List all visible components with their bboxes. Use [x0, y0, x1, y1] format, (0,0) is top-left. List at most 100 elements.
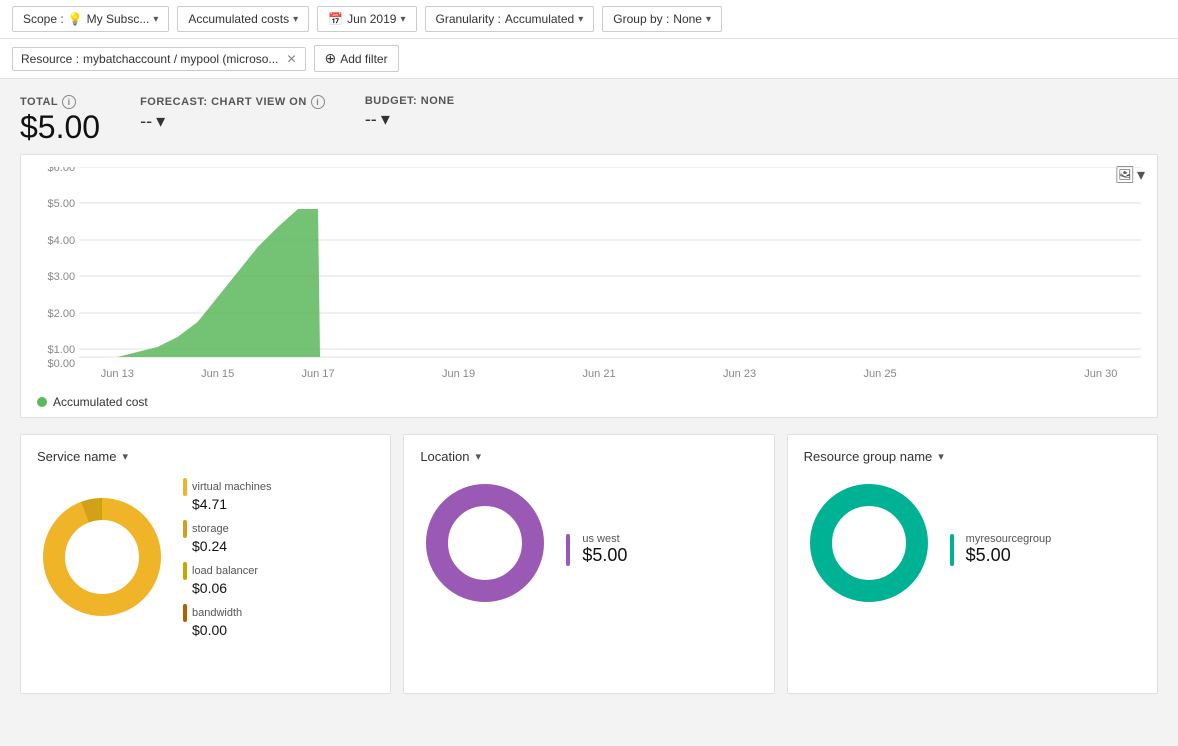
scope-button[interactable]: Scope : 💡 My Subsc... ▾ — [12, 6, 169, 32]
card-title-service-name: Service name — [37, 449, 116, 464]
single-value-wrap-location: us west $5.00 — [566, 533, 627, 566]
legend-name: bandwidth — [192, 607, 242, 619]
budget-summary: BUDGET: NONE -- ▾ — [365, 95, 455, 130]
donut-segment-0 — [54, 509, 150, 605]
svg-text:$5.00: $5.00 — [48, 198, 76, 210]
granularity-label: Granularity : — [436, 12, 501, 26]
card-resource-group: Resource group name ▾ myresourcegroup $5… — [787, 434, 1158, 694]
date-button[interactable]: 📅 Jun 2019 ▾ — [317, 6, 416, 32]
card-title-resource-group: Resource group name — [804, 449, 933, 464]
single-legend-content: myresourcegroup $5.00 — [966, 533, 1052, 566]
legend-swatch — [183, 520, 187, 538]
svg-text:Jun 21: Jun 21 — [582, 368, 615, 380]
scope-label: Scope : — [23, 12, 64, 26]
chevron-down-icon: ▾ — [938, 450, 944, 463]
single-swatch — [950, 534, 954, 566]
legend-amount: $0.06 — [192, 580, 271, 596]
svg-text:$4.00: $4.00 — [48, 235, 76, 247]
donut-location — [420, 478, 550, 611]
legend-amount: $4.71 — [192, 496, 271, 512]
budget-label: BUDGET: NONE — [365, 95, 455, 107]
legend-swatch — [183, 604, 187, 622]
resource-filter-chip[interactable]: Resource : mybatchaccount / mypool (micr… — [12, 47, 306, 71]
cards-row: Service name ▾ virtual machines $4.71 st… — [20, 434, 1158, 694]
legend-amount: $0.24 — [192, 538, 271, 554]
legend-item-3: bandwidth $0.00 — [183, 604, 271, 638]
single-legend-amount: $5.00 — [582, 545, 627, 566]
scope-value: My Subsc... — [87, 12, 150, 26]
single-legend-amount: $5.00 — [966, 545, 1052, 566]
svg-text:Jun 25: Jun 25 — [863, 368, 896, 380]
card-header-location[interactable]: Location ▾ — [420, 449, 757, 464]
add-icon: ⊕ — [325, 50, 337, 67]
calendar-icon: 📅 — [328, 12, 343, 26]
legend-item-1: storage $0.24 — [183, 520, 271, 554]
main-content: TOTAL i $5.00 FORECAST: CHART VIEW ON i … — [0, 79, 1178, 710]
svg-text:$2.00: $2.00 — [48, 308, 76, 320]
chevron-down-icon: ▾ — [706, 14, 711, 25]
donut-resource-group — [804, 478, 934, 611]
donut-full-circle — [821, 495, 917, 591]
close-icon[interactable]: ✕ — [286, 52, 296, 66]
legend-amount: $0.00 — [192, 622, 271, 638]
legend-location: us west $5.00 — [566, 523, 627, 566]
svg-text:Jun 15: Jun 15 — [201, 368, 234, 380]
chart-container: 🖼 ▾ $6.00 $5.00 $4.00 $3.00 $2.00 $1.00 — [20, 154, 1158, 418]
costs-label: Accumulated costs — [188, 12, 289, 26]
card-header-resource-group[interactable]: Resource group name ▾ — [804, 449, 1141, 464]
groupby-value: None — [673, 12, 702, 26]
single-swatch — [566, 534, 570, 566]
chevron-down-icon: ▾ — [475, 450, 481, 463]
legend-swatch — [183, 562, 187, 580]
date-value: Jun 2019 — [347, 12, 396, 26]
forecast-label: FORECAST: CHART VIEW ON i — [140, 95, 325, 109]
costs-button[interactable]: Accumulated costs ▾ — [177, 6, 309, 32]
legend-color-label: bandwidth — [183, 604, 271, 622]
scope-icon: 💡 — [68, 12, 83, 26]
card-body-service-name: virtual machines $4.71 storage $0.24 loa… — [37, 478, 374, 638]
chart-svg: $6.00 $5.00 $4.00 $3.00 $2.00 $1.00 $0.0… — [37, 167, 1141, 387]
granularity-button[interactable]: Granularity : Accumulated ▾ — [425, 6, 595, 32]
groupby-label: Group by : — [613, 12, 669, 26]
svg-text:Jun 17: Jun 17 — [301, 368, 334, 380]
legend-color-label: load balancer — [183, 562, 271, 580]
single-legend-name: us west — [582, 533, 627, 545]
chevron-down-icon: ▾ — [400, 14, 405, 25]
add-filter-button[interactable]: ⊕ Add filter — [314, 45, 399, 72]
card-title-location: Location — [420, 449, 469, 464]
svg-text:$0.00: $0.00 — [48, 358, 76, 370]
legend-dot-accumulated — [37, 397, 47, 407]
svg-text:Jun 13: Jun 13 — [101, 368, 134, 380]
legend-swatch — [183, 478, 187, 496]
total-info-icon[interactable]: i — [62, 95, 76, 109]
budget-value: -- ▾ — [365, 109, 455, 130]
chart-area: $6.00 $5.00 $4.00 $3.00 $2.00 $1.00 $0.0… — [37, 167, 1141, 387]
add-filter-label: Add filter — [340, 52, 387, 66]
svg-text:$1.00: $1.00 — [48, 344, 76, 356]
total-label: TOTAL i — [20, 95, 100, 109]
chart-legend: Accumulated cost — [37, 395, 1141, 409]
svg-text:Jun 30: Jun 30 — [1084, 368, 1117, 380]
card-location: Location ▾ us west $5.00 — [403, 434, 774, 694]
card-header-service-name[interactable]: Service name ▾ — [37, 449, 374, 464]
chevron-down-icon: ▾ — [293, 14, 298, 25]
card-body-location: us west $5.00 — [420, 478, 757, 611]
donut-svg-service-name — [37, 492, 167, 622]
forecast-info-icon[interactable]: i — [311, 95, 325, 109]
legend-color-label: storage — [183, 520, 271, 538]
resource-filter-value: mybatchaccount / mypool (microso... — [83, 52, 278, 66]
chevron-down-icon: ▾ — [153, 14, 158, 25]
forecast-summary: FORECAST: CHART VIEW ON i -- ▾ — [140, 95, 325, 132]
single-value-wrap-resource-group: myresourcegroup $5.00 — [950, 533, 1052, 566]
toolbar-row2: Resource : mybatchaccount / mypool (micr… — [0, 39, 1178, 79]
groupby-button[interactable]: Group by : None ▾ — [602, 6, 722, 32]
donut-svg-location — [420, 478, 550, 608]
legend-item-2: load balancer $0.06 — [183, 562, 271, 596]
legend-name: load balancer — [192, 565, 258, 577]
chevron-down-icon: ▾ — [578, 14, 583, 25]
chart-area-fill — [117, 209, 320, 357]
donut-service-name — [37, 492, 167, 625]
legend-name: virtual machines — [192, 481, 271, 493]
resource-filter-label: Resource : — [21, 52, 79, 66]
single-legend-content: us west $5.00 — [582, 533, 627, 566]
